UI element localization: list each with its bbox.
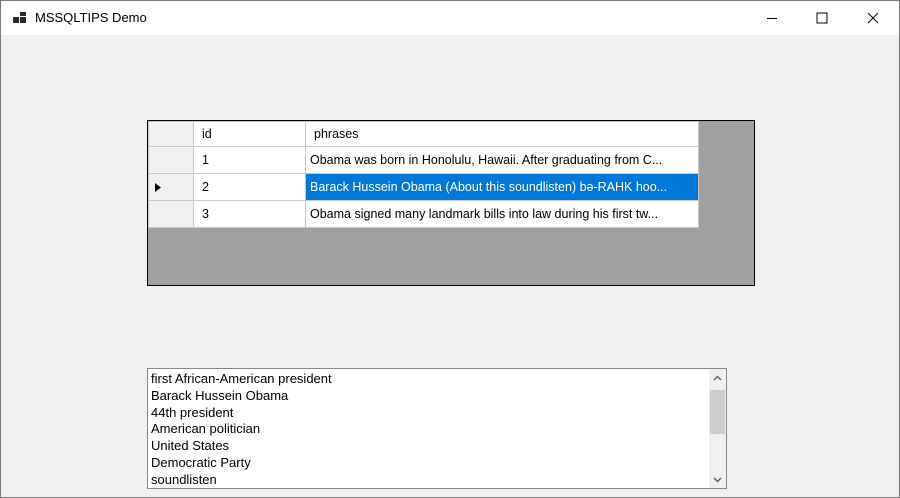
phrase-cell-selected[interactable]: Barack Hussein Obama (About this soundli… [305,173,699,201]
list-item[interactable]: first African-American president [151,371,332,388]
column-header-label: id [202,127,212,141]
app-window: MSSQLTIPS Demo id phrases 1 Obama was bo… [0,0,900,498]
phrases-listbox[interactable]: first African-American president Barack … [147,368,727,489]
scroll-down-icon [713,476,722,483]
cell-text: Obama was born in Honolulu, Hawaii. Afte… [310,153,663,167]
scroll-down-button[interactable] [709,471,726,488]
close-icon [867,12,879,24]
row-header[interactable] [148,173,194,201]
title-bar[interactable]: MSSQLTIPS Demo [1,1,899,35]
cell-text: 2 [202,180,209,194]
id-cell[interactable]: 1 [193,146,306,174]
list-item[interactable]: 44th president [151,405,332,422]
cell-text: Obama signed many landmark bills into la… [310,207,659,221]
maximize-button[interactable] [799,1,845,35]
maximize-icon [816,12,828,24]
row-pointer-icon [155,183,161,192]
list-item[interactable]: Barack Hussein Obama [151,388,332,405]
column-header-id[interactable]: id [193,121,306,147]
list-item[interactable]: American politician [151,421,332,438]
scrollbar-thumb[interactable] [710,390,725,434]
list-item[interactable]: Democratic Party [151,455,332,472]
row-header[interactable] [148,200,194,228]
grid-header-row: id phrases [148,121,699,147]
phrase-cell[interactable]: Obama was born in Honolulu, Hawaii. Afte… [305,146,699,174]
grid-corner-header[interactable] [148,121,194,147]
app-grid-icon [13,12,26,23]
row-header[interactable] [148,146,194,174]
table-row[interactable]: 3 Obama signed many landmark bills into … [148,200,699,228]
id-cell[interactable]: 3 [193,200,306,228]
phrase-cell[interactable]: Obama signed many landmark bills into la… [305,200,699,228]
column-header-phrases[interactable]: phrases [305,121,699,147]
cell-text: 1 [202,153,209,167]
minimize-button[interactable] [749,1,795,35]
list-item[interactable]: United States [151,438,332,455]
table-row[interactable]: 1 Obama was born in Honolulu, Hawaii. Af… [148,146,699,174]
minimize-icon [767,18,777,19]
listbox-items: first African-American president Barack … [151,371,332,488]
window-title: MSSQLTIPS Demo [35,10,147,25]
cell-text: Barack Hussein Obama (About this soundli… [310,180,668,194]
cell-text: 3 [202,207,209,221]
vertical-scrollbar[interactable] [709,369,726,488]
table-row-selected[interactable]: 2 Barack Hussein Obama (About this sound… [148,173,699,201]
close-button[interactable] [850,1,896,35]
column-header-label: phrases [314,127,359,141]
list-item[interactable]: soundlisten [151,472,332,488]
scroll-up-icon [713,374,722,381]
data-grid[interactable]: id phrases 1 Obama was born in Honolulu,… [147,120,755,286]
id-cell[interactable]: 2 [193,173,306,201]
scroll-up-button[interactable] [709,369,726,386]
